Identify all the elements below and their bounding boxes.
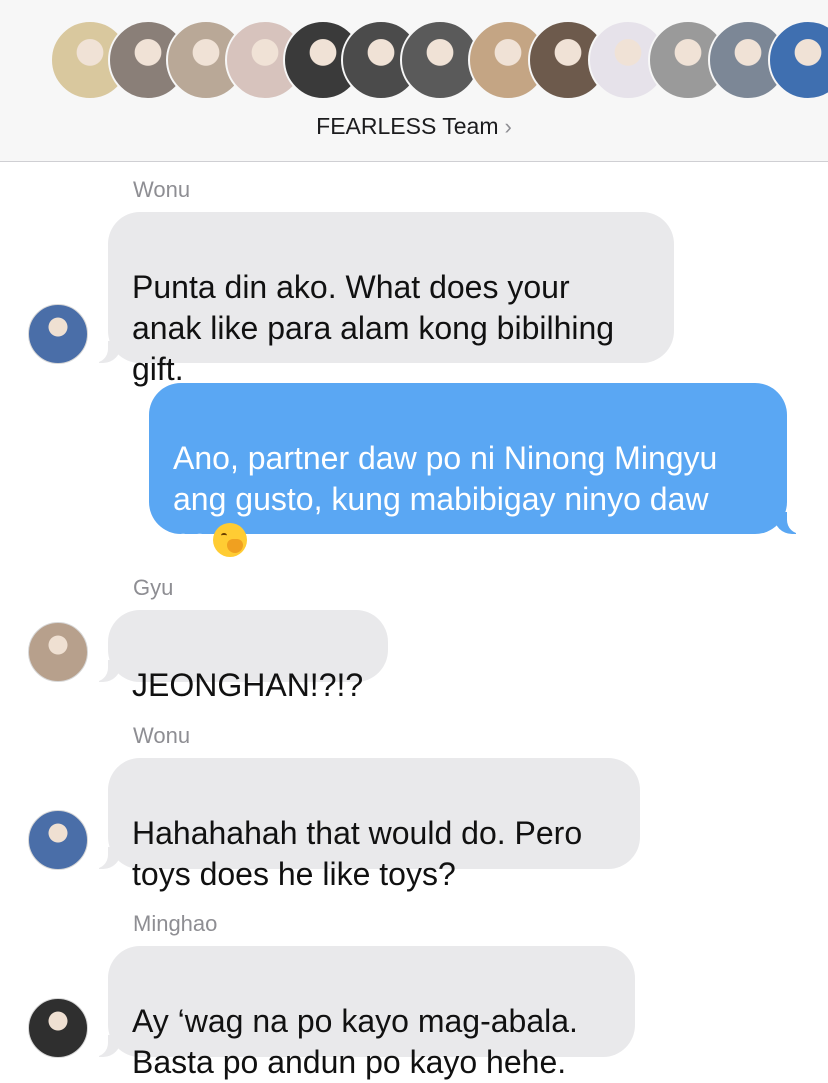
sender-name: Minghao bbox=[133, 911, 218, 936]
group-name-label: FEARLESS Team bbox=[316, 113, 499, 139]
sender-avatar[interactable] bbox=[28, 622, 88, 682]
incoming-message-bubble[interactable]: Punta din ako. What does your anak like … bbox=[86, 212, 674, 387]
sender-avatar[interactable] bbox=[28, 810, 88, 870]
sender-avatar[interactable] bbox=[28, 304, 88, 364]
message-text: JEONGHAN!?!? bbox=[132, 667, 364, 703]
conversation-header: FEARLESS Team › bbox=[0, 0, 828, 162]
message-text: Punta din ako. What does your anak like … bbox=[132, 269, 615, 387]
message-text: Ay ‘wag na po kayo mag-abala. Basta po a… bbox=[132, 1003, 578, 1080]
incoming-message-bubble[interactable]: Hahahahah that would do. Pero toys does … bbox=[86, 758, 640, 892]
incoming-message-bubble[interactable]: Ay ‘wag na po kayo mag-abala. Basta po a… bbox=[86, 946, 635, 1080]
sender-name: Wonu bbox=[133, 177, 191, 202]
outgoing-message-bubble[interactable]: Ano, partner daw po ni Ninong Mingyu ang… bbox=[149, 383, 809, 558]
chevron-right-icon: › bbox=[504, 114, 512, 139]
face-with-hand-over-mouth-emoji bbox=[212, 523, 247, 557]
sender-name: Wonu bbox=[133, 723, 191, 748]
sender-avatar[interactable] bbox=[28, 998, 88, 1058]
group-avatar-stack[interactable] bbox=[0, 20, 828, 104]
message-text: Hahahahah that would do. Pero toys does … bbox=[132, 815, 583, 892]
group-name-button[interactable]: FEARLESS Team › bbox=[0, 113, 828, 140]
sender-name: Gyu bbox=[133, 575, 174, 600]
incoming-message-bubble[interactable]: JEONGHAN!?!? bbox=[86, 610, 388, 703]
message-text: Ano, partner daw po ni Ninong Mingyu ang… bbox=[173, 440, 718, 558]
